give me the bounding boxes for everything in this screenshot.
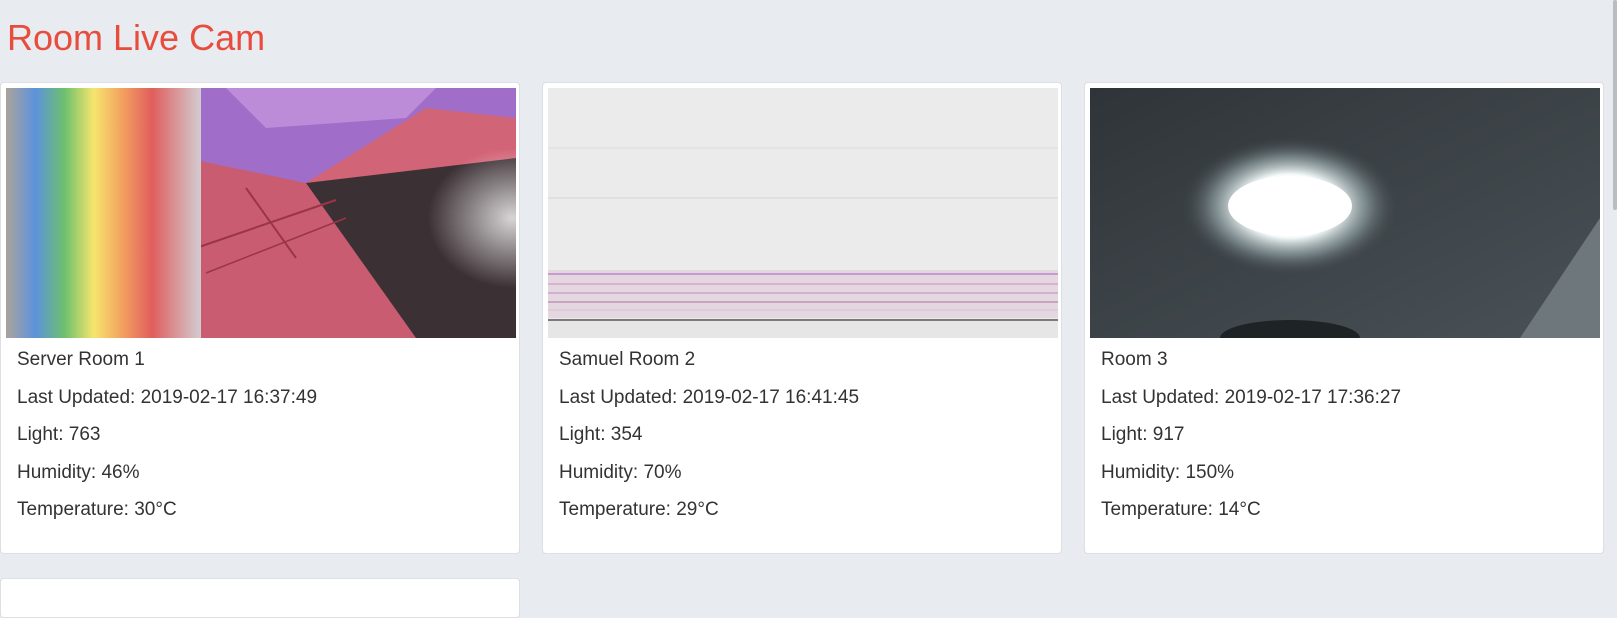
light-reading: Light: 354 (559, 424, 643, 445)
camera-name: Server Room 1 (17, 349, 145, 370)
last-updated: Last Updated: 2019-02-17 16:41:45 (559, 386, 860, 408)
temperature-reading: Temperature: 14°C (1101, 499, 1261, 520)
camera-card[interactable]: Server Room 1 Last Updated: 2019-02-17 1… (0, 82, 520, 554)
camera-image (1090, 88, 1600, 338)
camera-name: Samuel Room 2 (559, 349, 696, 370)
humidity-reading: Humidity: 70% (559, 461, 682, 483)
last-updated: Last Updated: 2019-02-17 16:37:49 (17, 386, 318, 408)
scrollbar[interactable] (1610, 0, 1617, 588)
camera-card-partial[interactable] (0, 578, 520, 618)
scrollbar-thumb[interactable] (1613, 0, 1617, 210)
camera-name: Room 3 (1101, 349, 1168, 370)
temperature-reading: Temperature: 29°C (559, 499, 719, 520)
camera-grid: Server Room 1 Last Updated: 2019-02-17 1… (0, 0, 1617, 618)
camera-image (6, 88, 516, 338)
camera-image (548, 88, 1058, 338)
temperature-reading: Temperature: 30°C (17, 499, 177, 520)
humidity-reading: Humidity: 150% (1101, 461, 1235, 483)
light-reading: Light: 763 (17, 424, 101, 445)
humidity-reading: Humidity: 46% (17, 461, 140, 483)
last-updated: Last Updated: 2019-02-17 17:36:27 (1101, 386, 1402, 408)
camera-card[interactable]: Room 3 Last Updated: 2019-02-17 17:36:27… (1084, 82, 1604, 554)
light-reading: Light: 917 (1101, 424, 1185, 445)
camera-card[interactable]: Samuel Room 2 Last Updated: 2019-02-17 1… (542, 82, 1062, 554)
